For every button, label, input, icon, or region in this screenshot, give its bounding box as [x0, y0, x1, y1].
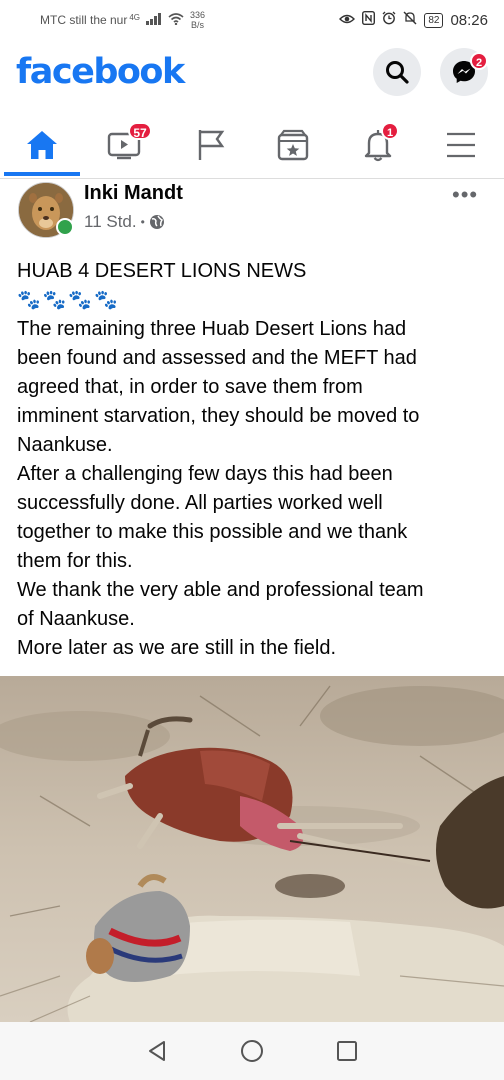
- post-line: successfully done. All parties worked we…: [17, 492, 383, 514]
- carrier-label: MTC still the nur: [40, 13, 128, 27]
- clock: 08:26: [450, 11, 488, 29]
- tab-watch[interactable]: 57: [94, 120, 154, 170]
- post-options-button[interactable]: •••: [452, 182, 478, 208]
- signal-icon: [146, 12, 162, 28]
- battery-level: 82: [424, 12, 444, 28]
- messenger-button[interactable]: 2: [440, 48, 488, 96]
- post-line: We thank the very able and professional …: [17, 579, 424, 601]
- home-circle-icon[interactable]: [240, 1039, 264, 1063]
- hamburger-menu-icon: [447, 132, 475, 158]
- recents-icon[interactable]: [336, 1040, 358, 1062]
- post-line: Naankuse.: [17, 434, 113, 456]
- post-line: imminent starvation, they should be move…: [17, 405, 420, 427]
- tab-menu[interactable]: [431, 120, 491, 170]
- post-line: together to make this possible and we th…: [17, 521, 408, 543]
- paw-prints-emoji: 🐾🐾🐾🐾: [17, 290, 120, 311]
- post-line: After a challenging few days this had be…: [17, 463, 393, 485]
- search-button[interactable]: [373, 48, 421, 96]
- post-line: The remaining three Huab Desert Lions ha…: [17, 318, 407, 340]
- post-meta: 11 Std. •: [84, 212, 165, 232]
- tab-notifications[interactable]: 1: [348, 120, 408, 170]
- online-status-dot: [56, 218, 74, 236]
- net-speed: 336 B/s: [190, 10, 205, 30]
- eye-icon: [339, 12, 356, 29]
- post-time[interactable]: 11 Std.: [84, 212, 137, 232]
- net-speed-unit: B/s: [191, 20, 205, 30]
- status-left: MTC still the nur 4G 336 B/s: [40, 10, 205, 30]
- post-line: HUAB 4 DESERT LIONS NEWS: [17, 260, 307, 282]
- app-bar: facebook 2: [0, 44, 504, 108]
- desert-lion-photo: [0, 676, 504, 1022]
- watch-badge: 57: [128, 122, 152, 140]
- home-icon: [27, 131, 57, 159]
- tab-pages[interactable]: [181, 120, 241, 170]
- post-author[interactable]: Inki Mandt: [84, 182, 183, 205]
- marketplace-icon: [277, 129, 309, 161]
- net-speed-value: 336: [190, 10, 206, 20]
- notifications-badge: 1: [381, 122, 399, 140]
- back-icon[interactable]: [146, 1040, 168, 1062]
- tab-marketplace[interactable]: [263, 120, 323, 170]
- tab-home[interactable]: [12, 120, 72, 170]
- status-right: 82 08:26: [339, 10, 488, 29]
- tab-bar: 57 1: [0, 112, 504, 179]
- status-bar: MTC still the nur 4G 336 B/s 82 08:26: [0, 0, 504, 40]
- meta-separator: •: [140, 215, 145, 229]
- mute-bell-icon: [403, 11, 417, 29]
- nfc-icon: [362, 10, 376, 29]
- system-nav-bar: [0, 1022, 504, 1080]
- flag-icon: [198, 130, 225, 160]
- post-line: agreed that, in order to save them from: [17, 376, 363, 398]
- post-line: them for this.: [17, 550, 133, 572]
- post-text: HUAB 4 DESERT LIONS NEWS 🐾🐾🐾🐾 The remain…: [17, 257, 492, 663]
- facebook-logo[interactable]: facebook: [16, 52, 185, 92]
- post-line: More later as we are still in the field.: [17, 637, 337, 659]
- alarm-icon: [382, 11, 396, 29]
- post-line: of Naankuse.: [17, 608, 135, 630]
- messenger-badge: 2: [470, 52, 488, 70]
- post-header: Inki Mandt 11 Std. • •••: [0, 178, 504, 244]
- network-type: 4G: [129, 12, 141, 22]
- post-line: been found and assessed and the MEFT had: [17, 347, 417, 369]
- globe-icon: [149, 215, 164, 229]
- active-tab-indicator: [4, 172, 80, 176]
- post-photo[interactable]: [0, 676, 504, 1022]
- wifi-icon: [168, 12, 184, 28]
- search-icon: [386, 61, 409, 84]
